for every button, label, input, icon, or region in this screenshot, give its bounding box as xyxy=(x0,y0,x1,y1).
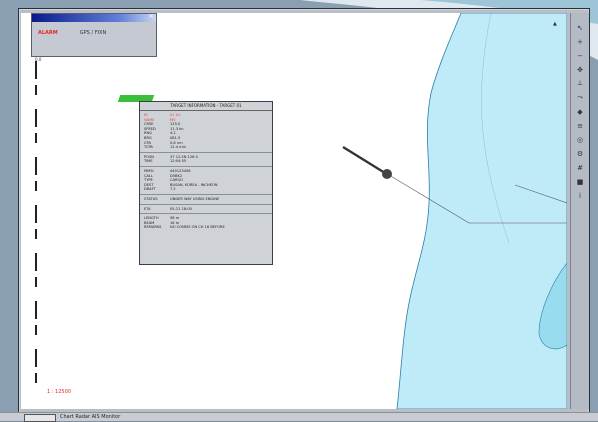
chart-view[interactable]: ▲ × ALARM GPS / FIXN 0.0 1 : 12500 TARGE… xyxy=(21,13,567,409)
info-value: NO COMMS ON CH 16 BEFORE xyxy=(170,225,225,230)
scale-segment xyxy=(35,229,37,239)
info-row: STATUS UNDER WAY USING ENGINE xyxy=(144,197,268,202)
info-row: DRAFT 7.2 xyxy=(144,187,268,192)
scale-segment xyxy=(35,109,37,127)
info-row: TIME 12:04:55 xyxy=(144,159,268,164)
nautical-chart: ▲ xyxy=(342,13,567,409)
info-row: TCPA 12.4 min xyxy=(144,145,268,150)
scale-segment xyxy=(35,157,37,175)
scale-segment xyxy=(35,205,37,223)
info-value: 7.2 xyxy=(170,187,176,192)
info-value: 12:04:55 xyxy=(170,159,187,164)
start-button[interactable] xyxy=(24,414,56,422)
info-row: REMARKS NO COMMS ON CH 16 BEFORE xyxy=(144,225,268,230)
popup-dimension-block: LENGTH 98 m BEAM 16 m REMARKS NO COMMS ON CH … xyxy=(140,214,272,232)
info-value: 12.4 min xyxy=(170,145,186,150)
status-panel: × ALARM GPS / FIXN xyxy=(31,13,157,57)
scale-segment xyxy=(35,373,37,383)
scale-segment xyxy=(35,133,37,143)
alarm-indicator[interactable]: ALARM xyxy=(38,30,58,36)
info-icon[interactable]: i xyxy=(574,191,586,200)
settings-icon[interactable]: ⚙ xyxy=(574,149,586,158)
scale-segment xyxy=(35,181,37,191)
measure-icon[interactable]: ⟂ xyxy=(574,79,586,88)
scale-segment xyxy=(35,301,37,319)
highlight-icon[interactable]: ■ xyxy=(574,177,586,186)
info-value: 05-21 18:00 xyxy=(170,206,192,211)
route-icon[interactable]: ⤳ xyxy=(574,93,586,102)
info-value: UNDER WAY USING ENGINE xyxy=(170,196,220,201)
status-panel-titlebar: × xyxy=(32,13,156,22)
scale-segment xyxy=(35,277,37,287)
info-key: DRAFT xyxy=(144,187,156,192)
chart-application-window: ▲ × ALARM GPS / FIXN 0.0 1 : 12500 TARGE… xyxy=(18,8,590,414)
chart-corner-mark: ▲ xyxy=(553,21,557,27)
layers-icon[interactable]: ≡ xyxy=(574,121,586,130)
info-key: ETA xyxy=(144,206,151,211)
popup-eta-block: ETA 05-21 18:00 xyxy=(140,205,272,215)
scale-ratio-label: 1 : 12500 xyxy=(47,389,71,395)
close-icon[interactable]: × xyxy=(148,13,154,20)
grid-icon[interactable]: # xyxy=(574,163,586,172)
vessel-target xyxy=(382,169,392,179)
scale-segment xyxy=(35,253,37,271)
scale-bar xyxy=(35,61,41,401)
scale-segment xyxy=(35,61,37,79)
zoom-out-icon[interactable]: − xyxy=(574,51,586,60)
scale-segment xyxy=(35,85,37,95)
info-row: ETA 05-21 18:00 xyxy=(144,207,268,212)
waypoint-icon[interactable]: ◆ xyxy=(574,107,586,116)
target-icon[interactable]: ◎ xyxy=(574,135,586,144)
info-key: TIME xyxy=(144,159,153,164)
pan-icon[interactable]: ✥ xyxy=(574,65,586,74)
popup-vessel-block: MMSI 440123456 CALL D5BK2 TYPE CARGO DEST BUSAN… xyxy=(140,167,272,195)
popup-nav-block: ID 01 01 NAME MV CRSE 125.0 SPEED 11.3 kn RNG 4.2… xyxy=(140,111,272,153)
target-info-popup[interactable]: TARGET INFORMATION - TARGET 01 ID 01 01 NA… xyxy=(139,101,273,265)
pointer-icon[interactable]: ↖ xyxy=(574,23,586,32)
popup-header: TARGET INFORMATION - TARGET 01 xyxy=(140,102,272,111)
scale-segment xyxy=(35,325,37,335)
popup-position-block: POSN 37 12.5N 126 4 TIME 12:04:55 xyxy=(140,153,272,167)
position-mode-label: GPS / FIXN xyxy=(79,30,107,36)
vessel-heading-vector xyxy=(342,145,386,175)
popup-status-block: STATUS UNDER WAY USING ENGINE xyxy=(140,195,272,205)
info-key: TCPA xyxy=(144,145,153,150)
scale-segment xyxy=(35,349,37,367)
info-key: REMARKS xyxy=(144,225,162,230)
zoom-in-icon[interactable]: + xyxy=(574,37,586,46)
sea-area xyxy=(396,13,567,409)
chart-toolbar: ↖ + − ✥ ⟂ ⤳ ◆ ≡ ◎ ⚙ # ■ i xyxy=(570,13,589,409)
info-key: STATUS xyxy=(144,196,158,201)
